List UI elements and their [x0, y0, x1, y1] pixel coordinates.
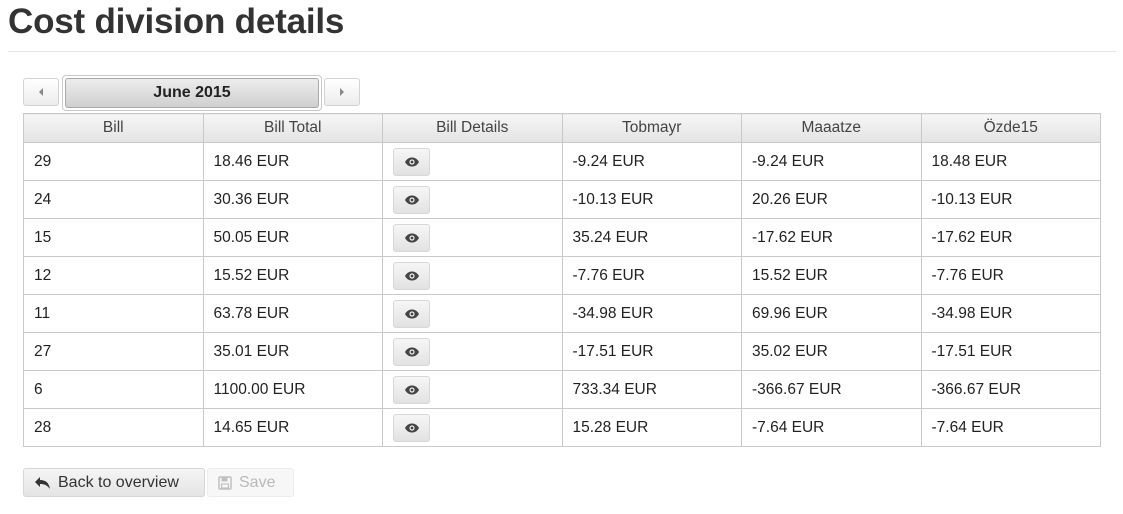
bill-details-cell	[382, 218, 563, 257]
table-row: 12 15.52 EUR -7.76 EUR 15.52 EUR -7.76 EUR	[23, 256, 1101, 295]
eye-icon	[404, 233, 420, 243]
bill-cell: 29	[23, 142, 204, 181]
caret-left-icon	[39, 88, 43, 96]
bill-details-cell	[382, 294, 563, 333]
ozde15-share-cell: -7.64 EUR	[920, 408, 1101, 447]
table-row: 15 50.05 EUR 35.24 EUR -17.62 EUR -17.62 EUR	[23, 218, 1101, 257]
current-month-label: June 2015	[65, 78, 319, 108]
bill-details-cell	[382, 370, 563, 409]
bill-details-cell	[382, 408, 563, 447]
view-bill-details-button[interactable]	[393, 375, 430, 404]
bill-total-cell: 35.01 EUR	[202, 332, 383, 371]
month-navigator: June 2015	[23, 75, 361, 111]
ozde15-share-cell: 18.48 EUR	[920, 142, 1101, 181]
bill-cell: 24	[23, 180, 204, 219]
table-body: 29 18.46 EUR -9.24 EUR -9.24 EUR 18.48 EUR 24…	[23, 142, 1101, 447]
bill-cell: 6	[23, 370, 204, 409]
next-month-button[interactable]	[324, 78, 360, 106]
bill-total-cell: 15.52 EUR	[202, 256, 383, 295]
maaatze-share-cell: -366.67 EUR	[741, 370, 922, 409]
eye-icon	[404, 423, 420, 433]
tobmayr-share-cell: -17.51 EUR	[561, 332, 742, 371]
bill-total-cell: 30.36 EUR	[202, 180, 383, 219]
maaatze-share-cell: 20.26 EUR	[741, 180, 922, 219]
bill-cell: 12	[23, 256, 204, 295]
bill-total-cell: 1100.00 EUR	[202, 370, 383, 409]
ozde15-share-cell: -10.13 EUR	[920, 180, 1101, 219]
ozde15-share-cell: -34.98 EUR	[920, 294, 1101, 333]
tobmayr-share-cell: 733.34 EUR	[561, 370, 742, 409]
current-month-display[interactable]: June 2015	[62, 75, 322, 111]
table-header-row: Bill Bill Total Bill Details Tobmayr Maa…	[23, 113, 1101, 143]
view-bill-details-button[interactable]	[393, 413, 430, 442]
title-divider	[8, 51, 1116, 52]
previous-month-button[interactable]	[23, 78, 59, 106]
bill-cell: 15	[23, 218, 204, 257]
reply-arrow-icon	[34, 476, 51, 490]
caret-right-icon	[340, 88, 344, 96]
back-to-overview-button[interactable]: Back to overview	[23, 468, 205, 497]
eye-icon	[404, 157, 420, 167]
table-row: 11 63.78 EUR -34.98 EUR 69.96 EUR -34.98 EUR	[23, 294, 1101, 333]
column-header-bill-total: Bill Total	[202, 113, 383, 143]
table-row: 24 30.36 EUR -10.13 EUR 20.26 EUR -10.13 EUR	[23, 180, 1101, 219]
eye-icon	[404, 385, 420, 395]
cost-division-table: Bill Bill Total Bill Details Tobmayr Maa…	[23, 113, 1101, 447]
bill-cell: 28	[23, 408, 204, 447]
tobmayr-share-cell: 15.28 EUR	[561, 408, 742, 447]
bill-total-cell: 50.05 EUR	[202, 218, 383, 257]
table-row: 27 35.01 EUR -17.51 EUR 35.02 EUR -17.51 EUR	[23, 332, 1101, 371]
page-title: Cost division details	[8, 2, 345, 41]
eye-icon	[404, 195, 420, 205]
bill-details-cell	[382, 332, 563, 371]
column-header-bill: Bill	[23, 113, 204, 143]
maaatze-share-cell: -7.64 EUR	[741, 408, 922, 447]
bill-total-cell: 14.65 EUR	[202, 408, 383, 447]
tobmayr-share-cell: -10.13 EUR	[561, 180, 742, 219]
tobmayr-share-cell: -9.24 EUR	[561, 142, 742, 181]
column-header-bill-details: Bill Details	[382, 113, 563, 143]
column-header-maaatze: Maaatze	[741, 113, 922, 143]
ozde15-share-cell: -17.51 EUR	[920, 332, 1101, 371]
table-row: 29 18.46 EUR -9.24 EUR -9.24 EUR 18.48 EUR	[23, 142, 1101, 181]
floppy-disk-icon	[218, 475, 232, 490]
ozde15-share-cell: -7.76 EUR	[920, 256, 1101, 295]
bill-total-cell: 18.46 EUR	[202, 142, 383, 181]
view-bill-details-button[interactable]	[393, 261, 430, 290]
back-to-overview-label: Back to overview	[58, 473, 179, 491]
maaatze-share-cell: 35.02 EUR	[741, 332, 922, 371]
tobmayr-share-cell: -7.76 EUR	[561, 256, 742, 295]
column-header-tobmayr: Tobmayr	[561, 113, 742, 143]
ozde15-share-cell: -17.62 EUR	[920, 218, 1101, 257]
view-bill-details-button[interactable]	[393, 337, 430, 366]
table-row: 6 1100.00 EUR 733.34 EUR -366.67 EUR -366.67…	[23, 370, 1101, 409]
view-bill-details-button[interactable]	[393, 223, 430, 252]
view-bill-details-button[interactable]	[393, 299, 430, 328]
bill-total-cell: 63.78 EUR	[202, 294, 383, 333]
bill-details-cell	[382, 142, 563, 181]
eye-icon	[404, 309, 420, 319]
save-button[interactable]: Save	[207, 468, 294, 497]
view-bill-details-button[interactable]	[393, 185, 430, 214]
bill-cell: 11	[23, 294, 204, 333]
bill-details-cell	[382, 180, 563, 219]
tobmayr-share-cell: -34.98 EUR	[561, 294, 742, 333]
eye-icon	[404, 347, 420, 357]
maaatze-share-cell: -9.24 EUR	[741, 142, 922, 181]
maaatze-share-cell: -17.62 EUR	[741, 218, 922, 257]
table-row: 28 14.65 EUR 15.28 EUR -7.64 EUR -7.64 EUR	[23, 408, 1101, 447]
maaatze-share-cell: 69.96 EUR	[741, 294, 922, 333]
ozde15-share-cell: -366.67 EUR	[920, 370, 1101, 409]
maaatze-share-cell: 15.52 EUR	[741, 256, 922, 295]
bill-details-cell	[382, 256, 563, 295]
view-bill-details-button[interactable]	[393, 147, 430, 176]
tobmayr-share-cell: 35.24 EUR	[561, 218, 742, 257]
bill-cell: 27	[23, 332, 204, 371]
save-label: Save	[239, 473, 276, 491]
eye-icon	[404, 271, 420, 281]
column-header-ozde15: Özde15	[920, 113, 1101, 143]
